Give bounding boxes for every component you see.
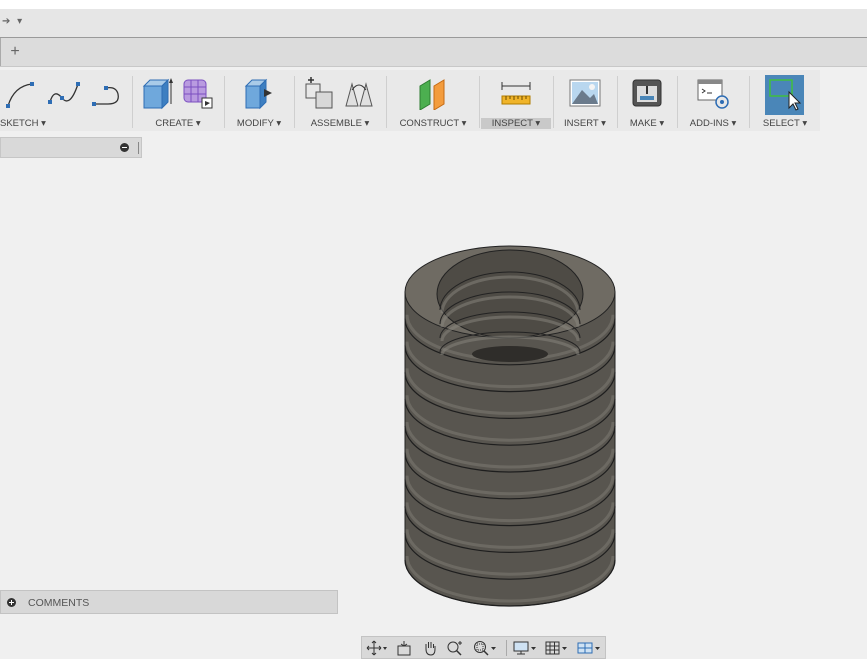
orbit-icon[interactable]	[366, 639, 388, 657]
panel-resize-handle[interactable]	[138, 142, 139, 154]
scripts-addins-icon[interactable]	[696, 76, 730, 110]
sketch-group[interactable]: SKETCH ▾	[0, 70, 130, 131]
measure-icon[interactable]	[499, 76, 533, 110]
toolbar-divider	[479, 76, 480, 128]
look-at-icon[interactable]	[396, 639, 412, 657]
title-bar: ➔ ▾	[0, 9, 867, 38]
document-tab-bar: +	[0, 38, 867, 67]
form-icon[interactable]	[180, 76, 214, 110]
toolbar-divider	[386, 76, 387, 128]
plus-circle-icon[interactable]	[7, 598, 16, 607]
construct-group[interactable]: CONSTRUCT ▾	[388, 70, 478, 131]
sketch-menu-label[interactable]: SKETCH ▾	[0, 118, 130, 129]
select-tool-highlight[interactable]	[765, 75, 804, 115]
comments-label: COMMENTS	[28, 597, 90, 609]
fit-icon[interactable]	[472, 639, 498, 657]
toolbar-divider	[553, 76, 554, 128]
redo-arrow-icon[interactable]: ➔ ▾	[2, 16, 24, 27]
modify-menu-label[interactable]: MODIFY ▾	[226, 118, 292, 129]
select-icon[interactable]	[767, 78, 803, 112]
modify-group[interactable]: MODIFY ▾	[226, 70, 292, 131]
select-group[interactable]: SELECT ▾	[751, 70, 819, 131]
zoom-icon[interactable]	[446, 639, 464, 657]
toolbar-divider	[617, 76, 618, 128]
plane-icon[interactable]	[416, 76, 450, 110]
select-menu-label[interactable]: SELECT ▾	[751, 118, 819, 129]
press-pull-icon[interactable]	[242, 76, 276, 110]
spline-icon[interactable]	[46, 76, 84, 110]
browser-panel-header[interactable]	[0, 137, 142, 158]
spring-body[interactable]	[404, 291, 616, 607]
new-component-icon[interactable]	[302, 76, 336, 110]
add-ins-menu-label[interactable]: ADD-INS ▾	[679, 118, 747, 129]
3d-print-icon[interactable]	[630, 76, 664, 110]
toolbar-divider	[294, 76, 295, 128]
create-group[interactable]: CREATE ▾	[134, 70, 222, 131]
grid-settings-icon[interactable]	[544, 639, 570, 657]
coil-spring-model[interactable]	[395, 215, 625, 615]
assemble-group[interactable]: ASSEMBLE ▾	[296, 70, 384, 131]
toolbar-divider	[224, 76, 225, 128]
create-menu-label[interactable]: CREATE ▾	[134, 118, 222, 129]
insert-menu-label[interactable]: INSERT ▾	[555, 118, 615, 129]
insert-image-icon[interactable]	[568, 76, 602, 110]
make-group[interactable]: MAKE ▾	[619, 70, 675, 131]
minus-circle-icon[interactable]	[120, 143, 129, 152]
viewports-icon[interactable]	[576, 639, 604, 657]
add-ins-group[interactable]: ADD-INS ▾	[679, 70, 747, 131]
inspect-group[interactable]: INSPECT ▾	[481, 70, 551, 131]
joint-icon[interactable]	[342, 76, 376, 110]
toolbar-divider	[677, 76, 678, 128]
assemble-menu-label[interactable]: ASSEMBLE ▾	[296, 118, 384, 129]
arc-icon[interactable]	[4, 76, 42, 110]
pan-icon[interactable]	[422, 639, 438, 657]
nav-divider	[506, 640, 507, 656]
make-menu-label[interactable]: MAKE ▾	[619, 118, 675, 129]
construct-menu-label[interactable]: CONSTRUCT ▾	[388, 118, 478, 129]
navigation-bar	[361, 636, 606, 659]
comments-panel[interactable]: COMMENTS	[0, 590, 338, 614]
insert-group[interactable]: INSERT ▾	[555, 70, 615, 131]
top-strip	[0, 0, 867, 9]
toolbar: SKETCH ▾ CREATE ▾ MODIFY ▾ ASSEMBLE ▾ CO…	[0, 70, 820, 131]
new-tab-button[interactable]: +	[0, 38, 29, 66]
hole-shadow	[472, 346, 548, 362]
extrude-box-icon[interactable]	[140, 76, 174, 110]
display-settings-icon[interactable]	[512, 639, 538, 657]
inspect-menu-label[interactable]: INSPECT ▾	[481, 118, 551, 129]
toolbar-divider	[132, 76, 133, 128]
toolbar-divider	[749, 76, 750, 128]
conic-curve-icon[interactable]	[88, 76, 126, 110]
